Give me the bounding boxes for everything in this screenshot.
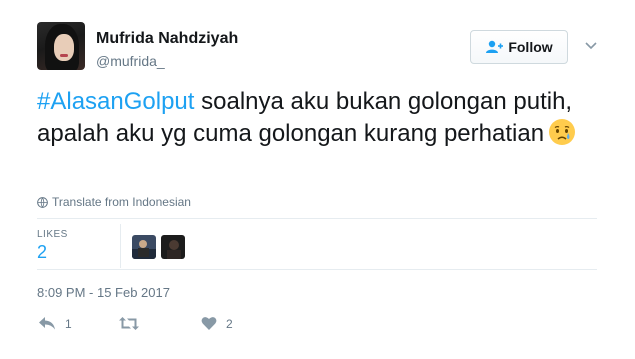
retweet-icon [119, 317, 139, 330]
reply-icon [39, 317, 55, 330]
crying-face-icon [549, 119, 576, 145]
reply-button[interactable]: 1 [38, 316, 72, 331]
divider [37, 269, 597, 270]
globe-icon [37, 196, 48, 208]
heart-icon [201, 317, 217, 330]
chevron-down-icon[interactable] [583, 40, 599, 52]
retweet-button[interactable] [118, 316, 149, 331]
likes-count[interactable]: 2 [37, 242, 47, 263]
display-name[interactable]: Mufrida Nahdziyah [96, 30, 238, 48]
like-count: 2 [226, 316, 233, 331]
translate-label: Translate from Indonesian [52, 195, 191, 209]
stats-separator [120, 224, 121, 268]
reply-count: 1 [65, 316, 72, 331]
likes-label: LIKES [37, 229, 68, 240]
liker-avatar-image [132, 235, 156, 259]
tweet-text: #AlasanGolput soalnya aku bukan golongan… [37, 86, 597, 150]
avatar-lips [60, 54, 68, 57]
follow-label: Follow [508, 39, 553, 55]
liker-avatar-image [161, 235, 185, 259]
like-button[interactable]: 2 [201, 316, 233, 331]
liker-avatar[interactable] [161, 235, 185, 259]
hashtag-link[interactable]: #AlasanGolput [37, 88, 194, 115]
add-user-icon [486, 40, 504, 53]
translate-link[interactable]: Translate from Indonesian [37, 195, 191, 209]
liker-avatar[interactable] [132, 235, 156, 259]
divider [37, 218, 597, 219]
timestamp[interactable]: 8:09 PM - 15 Feb 2017 [37, 285, 170, 300]
screen-name[interactable]: @mufrida_ [96, 53, 165, 69]
follow-button[interactable]: Follow [470, 30, 568, 64]
avatar[interactable] [37, 22, 85, 70]
